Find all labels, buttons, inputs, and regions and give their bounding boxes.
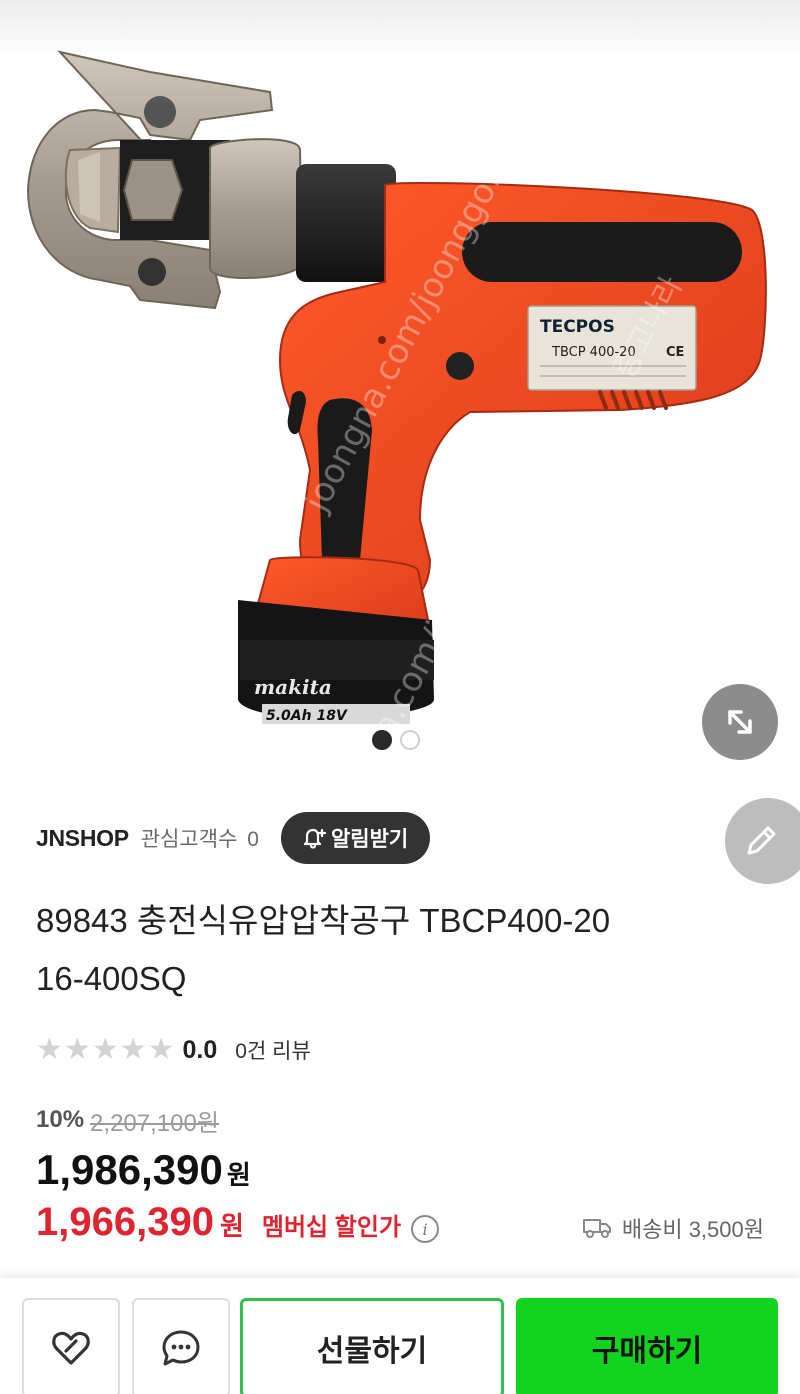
member-price-row: 1,966,390 원 멤버십 할인가 i (36, 1200, 440, 1258)
sale-price-currency: 원 (226, 1160, 251, 1190)
star-icon: ★ (91, 1032, 119, 1067)
write-post-button[interactable] (725, 798, 800, 884)
star-icon: ★ (147, 1032, 175, 1067)
followers-info: 관심고객수 0 (141, 823, 259, 853)
star-rating: ★ ★ ★ ★ ★ (36, 1035, 175, 1065)
gift-button[interactable]: 선물하기 (240, 1298, 504, 1394)
rating-score: 0.0 (182, 1035, 218, 1064)
star-icon: ★ (36, 1032, 63, 1067)
carousel-dot-1[interactable] (372, 730, 392, 750)
bottom-action-bar: 선물하기 구매하기 (0, 1278, 800, 1394)
tool-label-ce: CE (666, 345, 684, 360)
expand-image-button[interactable] (702, 684, 778, 760)
product-title-line1: 89843 충전식유압압착공구 TBCP400-20 (36, 902, 611, 939)
rating-row[interactable]: ★ ★ ★ ★ ★ 0.0 0건 리뷰 (36, 1028, 311, 1072)
bell-plus-icon (303, 828, 327, 849)
chat-bubble-icon (162, 1330, 200, 1366)
sale-price: 1,986,390 (36, 1146, 223, 1193)
shipping-fee: 배송비 3,500원 (582, 1208, 764, 1248)
product-title: 89843 충전식유압압착공구 TBCP400-20 16-400SQ (36, 892, 736, 1008)
member-price-label: 멤버십 할인가 (261, 1214, 402, 1241)
tool-label-brand: TECPOS (540, 317, 615, 337)
carousel-pagination (372, 730, 420, 750)
followers-count: 0 (247, 828, 259, 851)
star-icon: ★ (119, 1032, 147, 1067)
original-price: 2,207,100원 (90, 1109, 219, 1137)
wishlist-button[interactable] (22, 1298, 120, 1394)
heart-icon (52, 1331, 90, 1365)
member-price-currency: 원 (219, 1211, 244, 1241)
buy-button[interactable]: 구매하기 (516, 1298, 778, 1394)
battery-brand: makita (254, 675, 332, 699)
truck-icon (582, 1219, 611, 1238)
shipping-fee-text: 배송비 3,500원 (621, 1217, 764, 1242)
alarm-button-label: 알림받기 (330, 828, 409, 851)
discount-rate: 10% (36, 1106, 85, 1133)
expand-arrows-icon (728, 710, 752, 734)
discount-row: 10% 2,207,100원 (36, 1098, 219, 1142)
review-count[interactable]: 0건 리뷰 (235, 1035, 310, 1065)
product-image-carousel[interactable]: TECPOS TBCP 400-20 CE makita 5.0Ah 18V j… (0, 0, 800, 770)
battery-spec: 5.0Ah 18V (266, 708, 348, 724)
followers-label: 관심고객수 (140, 828, 238, 851)
chat-button[interactable] (132, 1298, 230, 1394)
star-icon: ★ (63, 1032, 91, 1067)
seller-row: JNSHOP 관심고객수 0 알림받기 (36, 812, 431, 864)
alarm-subscribe-button[interactable]: 알림받기 (280, 812, 431, 864)
carousel-dot-2[interactable] (400, 730, 420, 750)
shop-name[interactable]: JNSHOP (36, 825, 129, 852)
sale-price-row: 1,986,390 원 (36, 1146, 251, 1204)
info-icon[interactable]: i (411, 1215, 440, 1243)
pencil-icon (747, 826, 776, 855)
product-title-line2: 16-400SQ (36, 960, 187, 997)
member-price: 1,966,390 (36, 1200, 214, 1244)
